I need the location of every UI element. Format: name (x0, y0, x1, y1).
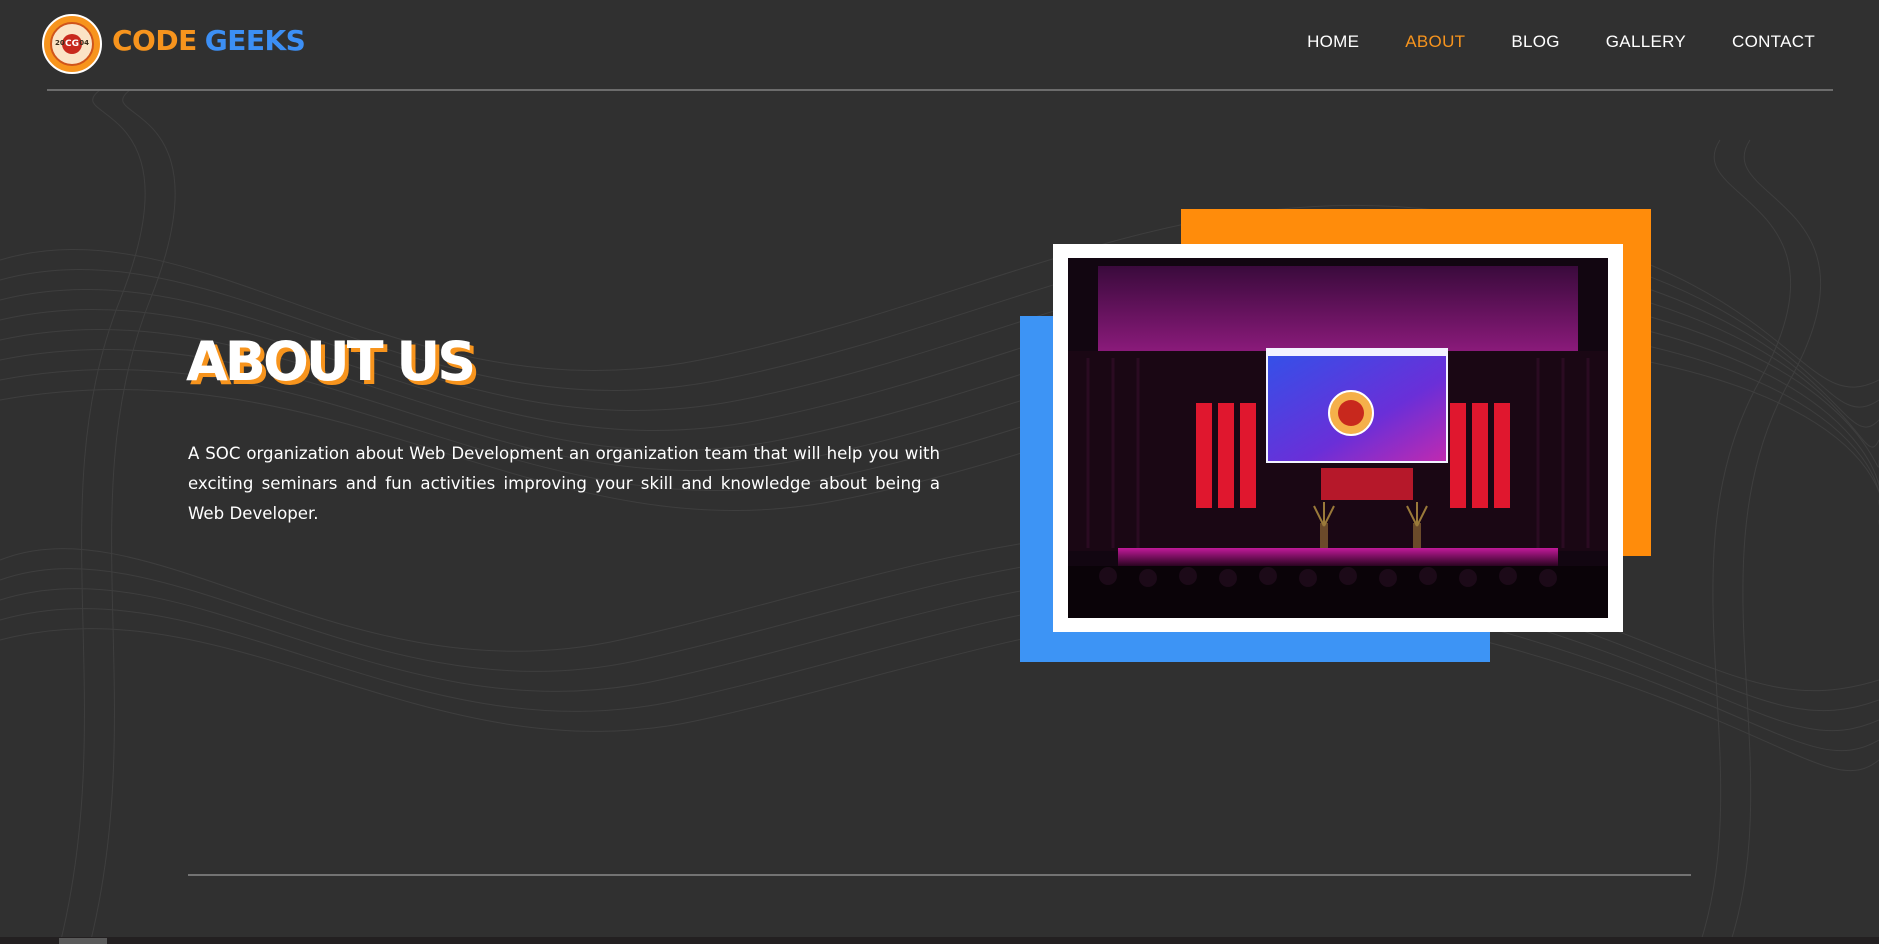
brand-name-geeks: GEEKS (204, 24, 306, 57)
nav-home[interactable]: HOME (1307, 32, 1359, 52)
about-description: A SOC organization about Web Development… (188, 444, 940, 523)
next-section-tab (59, 938, 107, 944)
brand-name-code: CODE (112, 24, 197, 57)
section-divider (188, 874, 1691, 876)
site-header: 20 CG 04 CODE GEEKS HOME ABOUT BLOG GALLE… (0, 0, 1879, 90)
stage-photo-illustration (1068, 258, 1608, 618)
nav-gallery[interactable]: GALLERY (1606, 32, 1686, 52)
next-section-edge (0, 937, 1879, 944)
main-nav: HOME ABOUT BLOG GALLERY CONTACT (1307, 32, 1815, 52)
brand-name[interactable]: CODE GEEKS (112, 24, 306, 57)
nav-contact[interactable]: CONTACT (1732, 32, 1815, 52)
nav-blog[interactable]: BLOG (1511, 32, 1559, 52)
logo-seal-icon[interactable]: 20 CG 04 (42, 14, 102, 74)
header-divider (47, 89, 1833, 91)
about-page: 20 CG 04 CODE GEEKS HOME ABOUT BLOG GALLE… (0, 0, 1879, 944)
stage-event-photo (1068, 258, 1608, 618)
nav-about[interactable]: ABOUT (1405, 32, 1465, 52)
about-title: ABOUT US (186, 330, 476, 393)
